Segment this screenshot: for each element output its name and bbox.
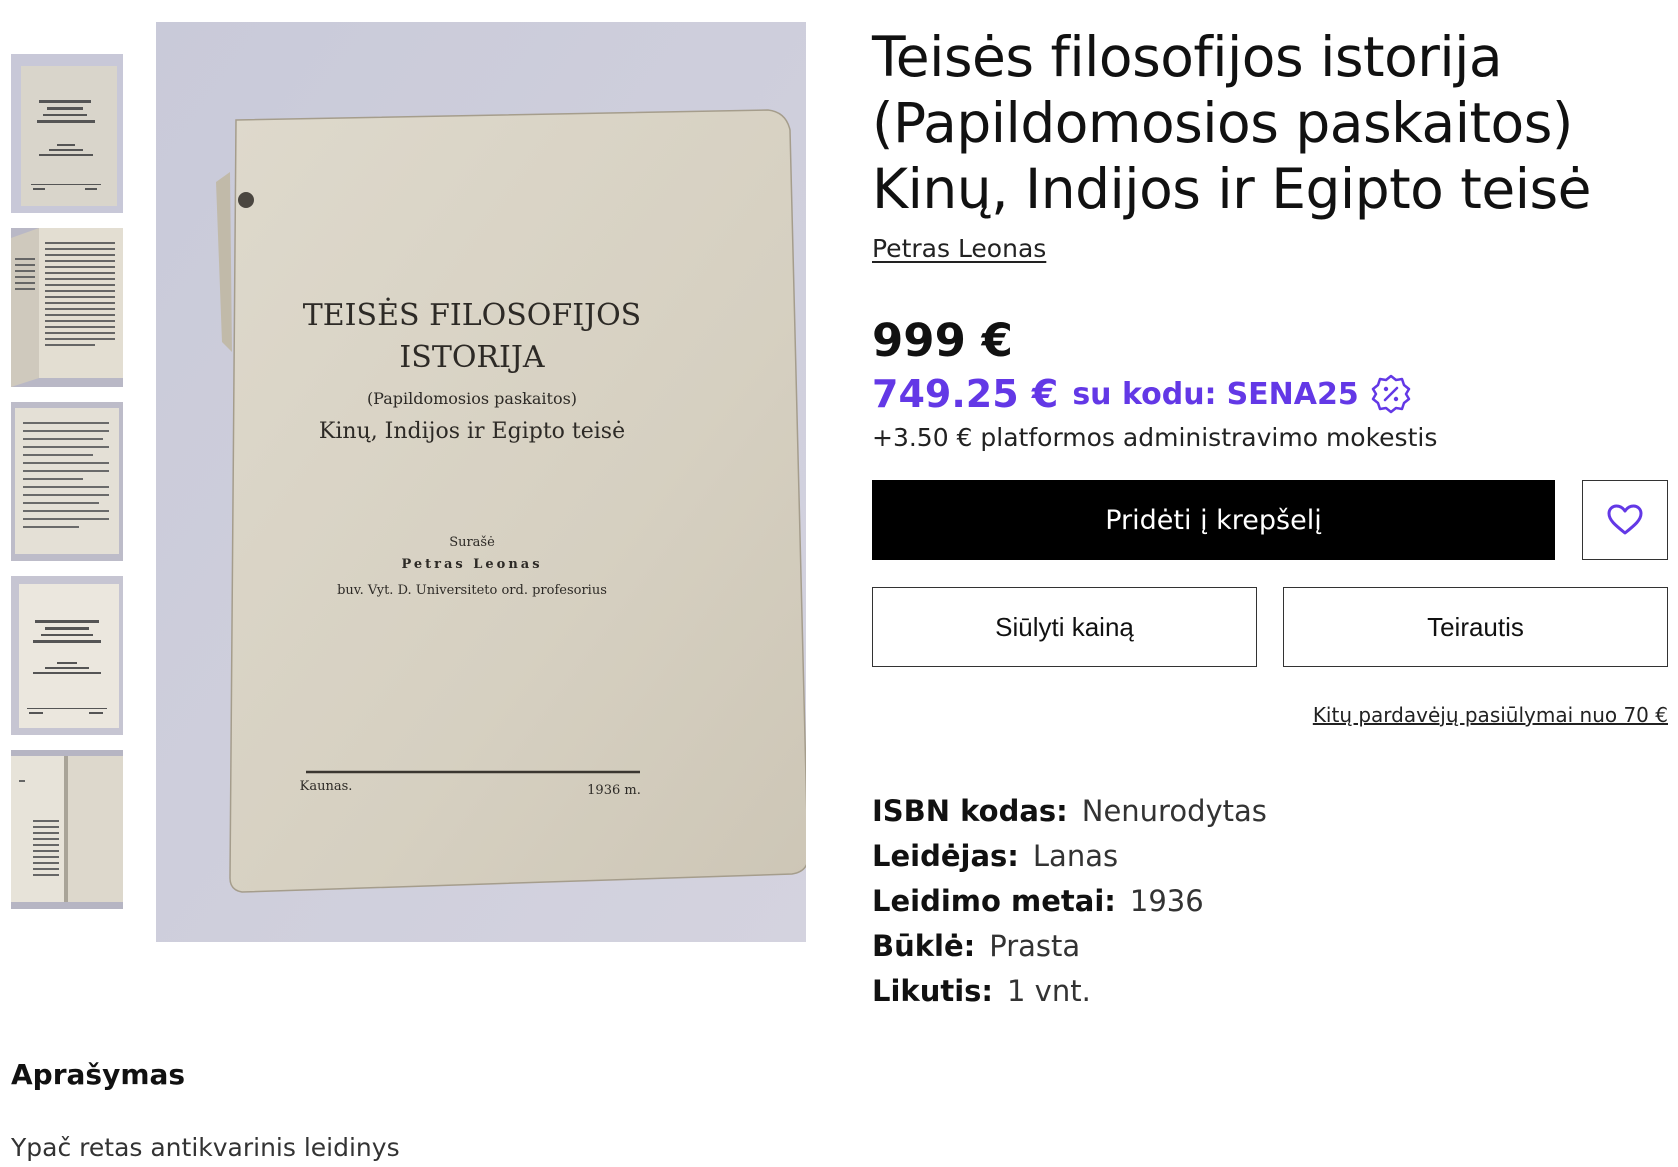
primary-actions: Pridėti į krepšelį (872, 480, 1668, 560)
thumbnail-cover-image (11, 54, 123, 213)
inquire-button[interactable]: Teirautis (1283, 587, 1668, 667)
promo-code: SENA25 (1226, 376, 1359, 412)
spec-value: Nenurodytas (1081, 794, 1267, 828)
cover-title-line2: ISTORIJA (399, 340, 544, 375)
thumbnail-title-page-image (11, 576, 123, 735)
make-offer-button[interactable]: Siūlyti kainą (872, 587, 1257, 667)
spec-year: Leidimo metai: 1936 (872, 879, 1668, 924)
spec-value: 1936 (1129, 884, 1204, 918)
spec-value: 1 vnt. (1007, 974, 1091, 1008)
spec-publisher: Leidėjas: Lanas (872, 834, 1668, 879)
main-product-image[interactable]: TEISĖS FILOSOFIJOS ISTORIJA (Papildomosi… (156, 22, 806, 942)
product-title: Teisės filosofijos istorija (Papildomosi… (872, 25, 1591, 221)
description-section: Aprašymas Ypač retas antikvarinis leidin… (11, 1058, 911, 1162)
cover-title-line4: Kinų, Indijos ir Egipto teisė (319, 419, 625, 444)
spec-value: Lanas (1032, 839, 1119, 873)
thumbnail-inside-pages-1-image (11, 228, 123, 387)
spec-condition: Būklė: Prasta (872, 924, 1668, 969)
spec-stock: Likutis: 1 vnt. (872, 969, 1668, 1014)
promo-price-row: 749.25 € su kodu: SENA25 (872, 371, 1668, 417)
thumbnail-inside-pages-3[interactable] (11, 750, 123, 909)
spec-label: Leidėjas: (872, 839, 1019, 873)
discount-badge-icon (1371, 374, 1410, 414)
thumbnail-title-page[interactable] (11, 576, 123, 735)
spec-label: ISBN kodas: (872, 794, 1068, 828)
thumbnail-inside-pages-2[interactable] (11, 402, 123, 561)
cover-compiled: Surašė (449, 535, 495, 550)
spec-label: Likutis: (872, 974, 994, 1008)
add-to-cart-button[interactable]: Pridėti į krepšelį (872, 480, 1555, 560)
heart-icon (1607, 504, 1643, 535)
author-link[interactable]: Petras Leonas (872, 234, 1046, 263)
cover-author: Petras Leonas (401, 557, 542, 572)
price-original: 999 € (872, 314, 1013, 367)
price-discounted: 749.25 € (872, 372, 1059, 416)
spec-isbn: ISBN kodas: Nenurodytas (872, 789, 1668, 834)
cover-affiliation: buv. Vyt. D. Universiteto ord. profesori… (337, 583, 607, 598)
promo-label: su kodu: (1072, 376, 1217, 412)
cover-title-line1: TEISĖS FILOSOFIJOS (303, 297, 641, 333)
thumbnail-inside-pages-2-image (11, 402, 123, 561)
thumbnail-inside-pages-3-image (11, 750, 123, 909)
wishlist-button[interactable] (1582, 480, 1668, 560)
platform-fee: +3.50 € platformos administravimo mokest… (872, 423, 1438, 452)
thumbnail-gallery (11, 54, 123, 924)
secondary-actions: Siūlyti kainą Teirautis (872, 587, 1668, 667)
spec-label: Būklė: (872, 929, 976, 963)
description-heading: Aprašymas (11, 1058, 186, 1091)
description-text: Ypač retas antikvarinis leidinys (11, 1133, 400, 1162)
thumbnail-cover[interactable] (11, 54, 123, 213)
spec-label: Leidimo metai: (872, 884, 1116, 918)
cover-subtitle: (Papildomosios paskaitos) (367, 389, 577, 408)
cover-city: Kaunas. (300, 779, 353, 794)
thumbnail-inside-pages-1[interactable] (11, 228, 123, 387)
cover-year: 1936 m. (587, 783, 641, 798)
book-cover-photo: TEISĖS FILOSOFIJOS ISTORIJA (Papildomosi… (156, 22, 806, 942)
spec-value: Prasta (989, 929, 1081, 963)
product-info: Teisės filosofijos istorija (Papildomosi… (872, 24, 1668, 1014)
product-specs: ISBN kodas: Nenurodytas Leidėjas: Lanas … (872, 789, 1668, 1014)
other-sellers-link[interactable]: Kitų pardavėjų pasiūlymai nuo 70 € (872, 703, 1668, 727)
